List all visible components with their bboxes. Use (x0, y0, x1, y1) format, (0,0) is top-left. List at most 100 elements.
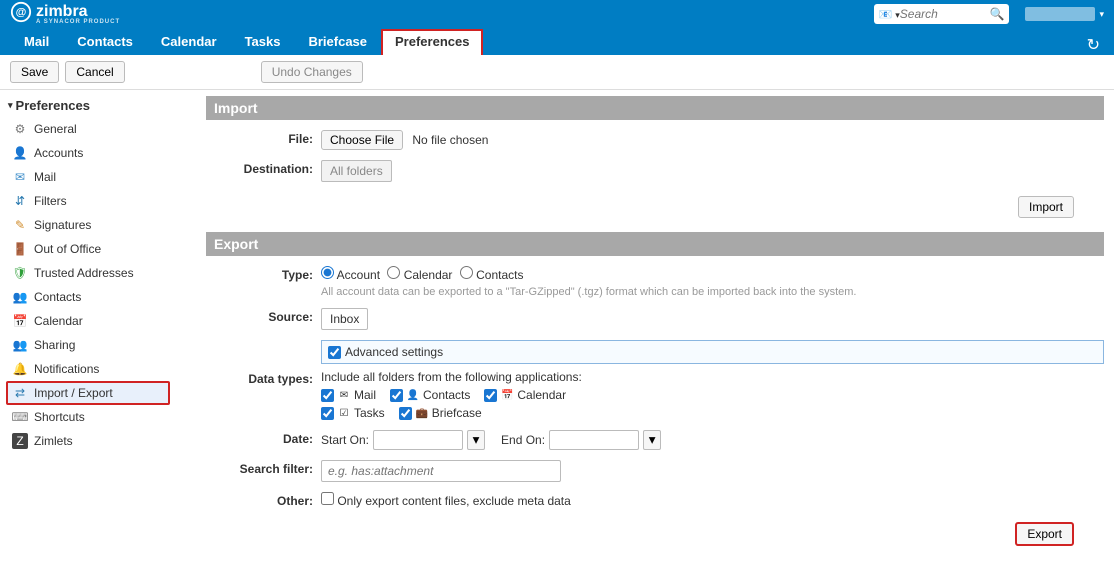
advanced-settings-box[interactable]: Advanced settings (321, 340, 1104, 364)
dt-tasks-checkbox[interactable] (321, 407, 334, 420)
sidebar-item-zimlets[interactable]: ZZimlets (6, 429, 170, 453)
mail-icon: ✉ (12, 169, 28, 185)
type-account[interactable]: Account (321, 268, 380, 282)
date-value: Start On: ▾ End On: ▾ (321, 430, 1104, 450)
import-section: File: Choose File No file chosen Destina… (206, 120, 1104, 226)
type-calendar[interactable]: Calendar (387, 268, 452, 282)
type-label: Type: (206, 266, 321, 298)
source-field[interactable]: Inbox (321, 308, 368, 330)
start-date-picker[interactable]: ▾ (467, 430, 485, 450)
import-button[interactable]: Import (1018, 196, 1074, 218)
dt-mail[interactable]: ✉Mail (321, 388, 376, 402)
sidebar-item-contacts[interactable]: 👥Contacts (6, 285, 170, 309)
user-name-blur (1025, 7, 1095, 21)
sidebar-item-accounts[interactable]: 👤Accounts (6, 141, 170, 165)
search-area: 📧 ▾ 🔍 ▾ (874, 4, 1104, 24)
dt-briefcase-checkbox[interactable] (399, 407, 412, 420)
choose-file-button[interactable]: Choose File (321, 130, 403, 150)
briefcase-icon: 💼 (415, 406, 429, 420)
sidebar-item-label: Sharing (34, 338, 75, 352)
search-filter-label: Search filter: (206, 460, 321, 482)
file-label: File: (206, 130, 321, 150)
search-input[interactable] (900, 7, 990, 21)
sidebar-item-filters[interactable]: ⇵Filters (6, 189, 170, 213)
dt-briefcase[interactable]: 💼Briefcase (399, 406, 482, 420)
dt-label: Tasks (354, 406, 385, 420)
sidebar-item-trusted[interactable]: 🛡Trusted Addresses (6, 261, 170, 285)
undo-button[interactable]: Undo Changes (261, 61, 363, 83)
save-button[interactable]: Save (10, 61, 59, 83)
mail-scope-icon[interactable]: 📧 ▾ (878, 8, 899, 21)
main-layout: ▾ Preferences ⚙General 👤Accounts ✉Mail ⇵… (0, 90, 1114, 564)
sidebar-item-signatures[interactable]: ✎Signatures (6, 213, 170, 237)
nav-mail[interactable]: Mail (10, 29, 63, 55)
calendar-icon: 📅 (500, 388, 514, 402)
dt-contacts-checkbox[interactable] (390, 389, 403, 402)
refresh-icon[interactable]: ↻ (1087, 35, 1100, 55)
sidebar-item-shortcuts[interactable]: ⌨Shortcuts (6, 405, 170, 429)
dt-calendar[interactable]: 📅Calendar (484, 388, 566, 402)
dt-mail-checkbox[interactable] (321, 389, 334, 402)
chevron-down-icon: ▾ (1099, 9, 1104, 20)
sidebar-item-label: Shortcuts (34, 410, 85, 424)
export-button[interactable]: Export (1015, 522, 1074, 546)
file-status: No file chosen (412, 133, 488, 147)
end-date-input[interactable] (549, 430, 639, 450)
other-label: Other: (206, 492, 321, 508)
main-nav: Mail Contacts Calendar Tasks Briefcase P… (0, 28, 1114, 55)
type-contacts-radio[interactable] (460, 266, 473, 279)
shield-icon: 🛡 (12, 265, 28, 281)
data-types-hint: Include all folders from the following a… (321, 370, 582, 384)
search-box[interactable]: 📧 ▾ 🔍 (874, 4, 1009, 24)
search-filter-row: Search filter: (206, 460, 1104, 482)
destination-value: All folders (321, 160, 1104, 182)
source-value: Inbox (321, 308, 1104, 330)
out-of-office-icon: 🚪 (12, 241, 28, 257)
sidebar-item-mail[interactable]: ✉Mail (6, 165, 170, 189)
import-dest-row: Destination: All folders (206, 160, 1104, 182)
end-date-picker[interactable]: ▾ (643, 430, 661, 450)
import-export-icon: ⇄ (12, 385, 28, 401)
type-calendar-radio[interactable] (387, 266, 400, 279)
nav-tasks[interactable]: Tasks (231, 29, 295, 55)
other-option[interactable]: Only export content files, exclude meta … (321, 494, 571, 508)
import-file-row: File: Choose File No file chosen (206, 130, 1104, 150)
sidebar-item-label: Filters (34, 194, 67, 208)
date-row: Date: Start On: ▾ End On: ▾ (206, 430, 1104, 450)
calendar-icon: 📅 (12, 313, 28, 329)
zimlet-icon: Z (12, 433, 28, 449)
sidebar-item-import-export[interactable]: ⇄Import / Export (6, 381, 170, 405)
type-option-label: Account (337, 268, 380, 282)
destination-field[interactable]: All folders (321, 160, 392, 182)
advanced-label: Advanced settings (345, 345, 443, 359)
user-menu[interactable]: ▾ (1025, 7, 1104, 21)
sidebar-item-general[interactable]: ⚙General (6, 117, 170, 141)
other-row: Other: Only export content files, exclud… (206, 492, 1104, 508)
type-account-radio[interactable] (321, 266, 334, 279)
export-source-row: Source: Inbox (206, 308, 1104, 330)
search-icon[interactable]: 🔍 (990, 7, 1005, 21)
search-filter-input[interactable] (321, 460, 561, 482)
advanced-checkbox[interactable] (328, 346, 341, 359)
cancel-button[interactable]: Cancel (65, 61, 124, 83)
sidebar-item-notifications[interactable]: 🔔Notifications (6, 357, 170, 381)
nav-briefcase[interactable]: Briefcase (294, 29, 381, 55)
start-date-input[interactable] (373, 430, 463, 450)
dt-contacts[interactable]: 👤Contacts (390, 388, 470, 402)
sidebar-item-label: Accounts (34, 146, 83, 160)
nav-preferences[interactable]: Preferences (381, 29, 483, 55)
collapse-icon: ▾ (8, 100, 13, 111)
source-label: Source: (206, 308, 321, 330)
nav-contacts[interactable]: Contacts (63, 29, 147, 55)
end-on-label: End On: (501, 433, 545, 447)
sidebar-item-sharing[interactable]: 👥Sharing (6, 333, 170, 357)
sidebar-item-out-of-office[interactable]: 🚪Out of Office (6, 237, 170, 261)
sidebar-heading[interactable]: ▾ Preferences (6, 94, 170, 117)
type-contacts[interactable]: Contacts (460, 268, 524, 282)
dt-tasks[interactable]: ☑Tasks (321, 406, 385, 420)
contacts-icon: 👤 (406, 388, 420, 402)
sidebar-item-calendar[interactable]: 📅Calendar (6, 309, 170, 333)
dt-calendar-checkbox[interactable] (484, 389, 497, 402)
other-checkbox[interactable] (321, 492, 334, 505)
nav-calendar[interactable]: Calendar (147, 29, 231, 55)
